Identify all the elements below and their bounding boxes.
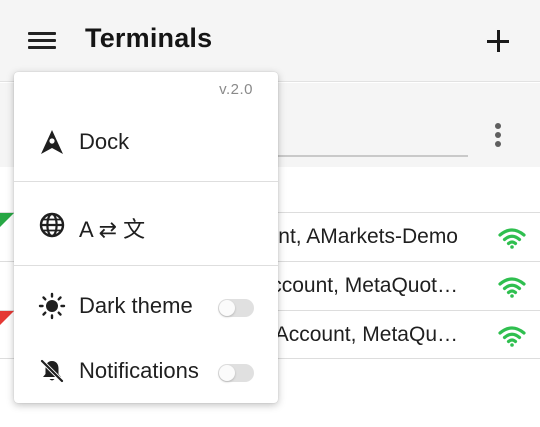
page-title: Terminals xyxy=(85,23,213,53)
add-terminal-button[interactable] xyxy=(484,27,512,55)
settings-dropdown-menu: v.2.0 Dock A ⇄ 文 Dark theme Notification… xyxy=(14,72,278,403)
menu-item-language[interactable]: A ⇄ 文 xyxy=(14,197,278,253)
menu-item-label: Dark theme xyxy=(79,293,193,318)
divider xyxy=(14,181,278,182)
more-vertical-icon[interactable] xyxy=(490,121,506,149)
toggle-knob xyxy=(219,365,235,381)
version-label: v.2.0 xyxy=(219,81,253,98)
hamburger-menu-icon[interactable] xyxy=(26,30,58,52)
wifi-icon xyxy=(498,277,526,298)
green-indicator xyxy=(0,213,14,227)
menu-item-dark-theme[interactable]: Dark theme xyxy=(14,278,278,334)
sun-icon xyxy=(38,292,66,320)
menu-item-dock[interactable]: Dock xyxy=(14,114,278,170)
wifi-icon xyxy=(498,326,526,347)
menu-item-label: A ⇄ 文 xyxy=(79,217,146,242)
red-indicator xyxy=(0,311,14,325)
notifications-toggle[interactable] xyxy=(218,364,254,382)
dock-icon xyxy=(41,130,63,154)
toggle-knob xyxy=(219,300,235,316)
menu-item-notifications[interactable]: Notifications xyxy=(14,343,278,399)
divider xyxy=(14,265,278,266)
menu-item-label: Notifications xyxy=(79,358,199,383)
notifications-off-icon xyxy=(40,359,64,383)
dark-theme-toggle[interactable] xyxy=(218,299,254,317)
wifi-icon xyxy=(498,228,526,249)
app-bar: Terminals xyxy=(0,0,540,82)
globe-icon xyxy=(39,212,65,238)
menu-item-label: Dock xyxy=(79,129,130,154)
